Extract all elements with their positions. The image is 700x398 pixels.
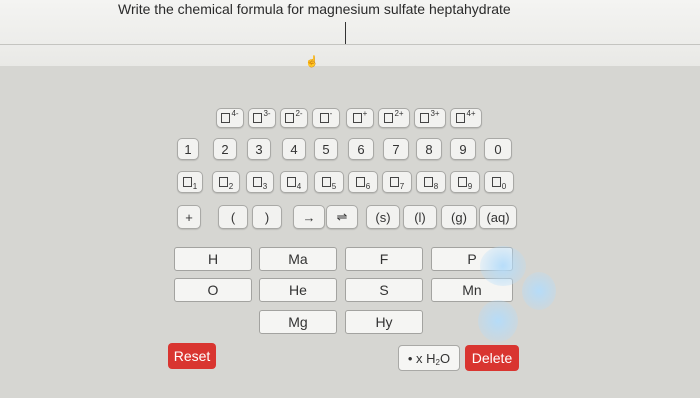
- question-panel: Write the chemical formula for magnesium…: [0, 0, 700, 66]
- coefficient-key-9[interactable]: 9: [450, 138, 476, 160]
- element-button-hy[interactable]: Hy: [345, 310, 423, 334]
- element-button-s[interactable]: S: [345, 278, 423, 302]
- subscript-key-0[interactable]: 0: [484, 171, 514, 193]
- box-icon: [286, 177, 296, 187]
- answer-field[interactable]: [0, 44, 700, 45]
- element-button-f[interactable]: F: [345, 247, 423, 271]
- equilibrium-arrow-key[interactable]: ⇌: [326, 205, 358, 229]
- box-icon: [384, 113, 394, 123]
- box-icon: [252, 177, 262, 187]
- box-icon: [221, 113, 231, 123]
- element-button-o[interactable]: O: [174, 278, 252, 302]
- screen-glare: [522, 272, 556, 310]
- question-text: Write the chemical formula for magnesium…: [118, 1, 511, 17]
- reset-button[interactable]: Reset: [168, 343, 216, 369]
- open-paren-key[interactable]: (: [218, 205, 248, 229]
- charge-key-3minus[interactable]: 3-: [248, 108, 276, 128]
- element-button-mg[interactable]: Mg: [259, 310, 337, 334]
- coefficient-key-8[interactable]: 8: [416, 138, 442, 160]
- subscript-key-3[interactable]: 3: [246, 171, 274, 193]
- charge-key-4plus[interactable]: 4+: [450, 108, 482, 128]
- charge-key-2plus[interactable]: 2+: [378, 108, 410, 128]
- coefficient-key-0[interactable]: 0: [484, 138, 512, 160]
- liquid-state-key[interactable]: (l): [403, 205, 437, 229]
- box-icon: [355, 177, 365, 187]
- box-icon: [218, 177, 228, 187]
- reaction-arrow-key[interactable]: →: [293, 205, 325, 229]
- subscript-key-8[interactable]: 8: [416, 171, 446, 193]
- solid-state-key[interactable]: (s): [366, 205, 400, 229]
- box-icon: [423, 177, 433, 187]
- subscript-key-7[interactable]: 7: [382, 171, 412, 193]
- box-icon: [457, 177, 467, 187]
- subscript-key-5[interactable]: 5: [314, 171, 344, 193]
- box-icon: [321, 177, 331, 187]
- subscript-key-6[interactable]: 6: [348, 171, 378, 193]
- charge-key-plus[interactable]: +: [346, 108, 374, 128]
- screen-glare: [480, 246, 526, 286]
- box-icon: [253, 113, 263, 123]
- box-icon: [182, 177, 192, 187]
- screen-glare: [478, 300, 518, 342]
- subscript-key-9[interactable]: 9: [450, 171, 480, 193]
- coefficient-key-5[interactable]: 5: [314, 138, 338, 160]
- subscript-key-1[interactable]: 1: [177, 171, 203, 193]
- hydrate-button[interactable]: • x H2O: [398, 345, 460, 371]
- text-caret: [345, 22, 346, 44]
- aqueous-state-key[interactable]: (aq): [479, 205, 517, 229]
- cursor-icon: ☝: [305, 56, 319, 68]
- coefficient-key-4[interactable]: 4: [282, 138, 306, 160]
- box-icon: [319, 113, 329, 123]
- box-icon: [352, 113, 362, 123]
- element-button-ma[interactable]: Ma: [259, 247, 337, 271]
- coefficient-key-3[interactable]: 3: [247, 138, 271, 160]
- coefficient-key-2[interactable]: 2: [213, 138, 237, 160]
- box-icon: [285, 113, 295, 123]
- subscript-key-4[interactable]: 4: [280, 171, 308, 193]
- element-button-h[interactable]: H: [174, 247, 252, 271]
- coefficient-key-6[interactable]: 6: [348, 138, 374, 160]
- charge-key-4minus[interactable]: 4-: [216, 108, 244, 128]
- close-paren-key[interactable]: ): [252, 205, 282, 229]
- box-icon: [456, 113, 466, 123]
- delete-button[interactable]: Delete: [465, 345, 519, 371]
- gas-state-key[interactable]: (g): [441, 205, 477, 229]
- charge-key-minus[interactable]: -: [312, 108, 340, 128]
- coefficient-key-1[interactable]: 1: [177, 138, 199, 160]
- subscript-key-2[interactable]: 2: [212, 171, 240, 193]
- element-button-he[interactable]: He: [259, 278, 337, 302]
- box-icon: [420, 113, 430, 123]
- box-icon: [491, 177, 501, 187]
- box-icon: [389, 177, 399, 187]
- charge-key-2minus[interactable]: 2-: [280, 108, 308, 128]
- plus-key[interactable]: +: [177, 205, 201, 229]
- charge-key-3plus[interactable]: 3+: [414, 108, 446, 128]
- coefficient-key-7[interactable]: 7: [383, 138, 409, 160]
